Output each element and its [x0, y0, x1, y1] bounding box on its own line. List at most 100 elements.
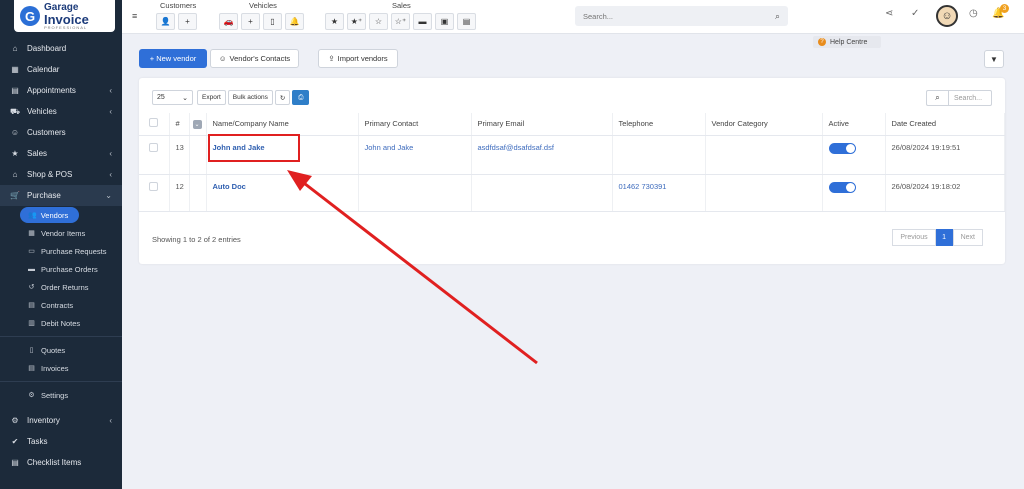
sidebar-subitem-invoices[interactable]: ▤ Invoices: [0, 359, 122, 377]
add-customer-button[interactable]: +: [178, 13, 197, 30]
primary-contact[interactable]: John and Jake: [358, 135, 472, 175]
customer-icon-button[interactable]: 👤: [156, 13, 175, 30]
select-all-checkbox[interactable]: [149, 118, 158, 128]
share-icon[interactable]: ⋖: [885, 8, 893, 19]
notification-badge: 3: [1000, 4, 1009, 13]
sidebar-subitem-contracts[interactable]: ▤ Contracts: [0, 296, 122, 314]
col-header-telephone[interactable]: Telephone: [612, 113, 706, 136]
user-icon: ☺: [218, 54, 227, 63]
page-size-select[interactable]: 25 ⌄: [152, 90, 193, 105]
check-icon[interactable]: ✓: [911, 8, 919, 19]
calendar-icon: ▦: [11, 65, 19, 74]
table-search-input[interactable]: Search...: [948, 90, 992, 106]
sidebar-subitem-settings[interactable]: ⚙ Settings: [0, 386, 122, 404]
sales-star-outline-add-button[interactable]: ☆⁺: [391, 13, 410, 30]
sales-card-button[interactable]: ▬: [413, 13, 432, 30]
add-vehicle-button[interactable]: +: [241, 13, 260, 30]
refresh-button[interactable]: ↻: [274, 90, 291, 105]
sidebar-subitem-order-returns[interactable]: ↺ Order Returns: [0, 278, 122, 296]
filter-button[interactable]: ▼: [984, 50, 1004, 68]
sidebar-item-vehicles[interactable]: ⛟ Vehicles ‹: [0, 101, 122, 122]
row-id: 12: [169, 174, 190, 212]
order-icon: ▬: [28, 265, 35, 273]
sales-doc-button[interactable]: ▣: [435, 13, 454, 30]
table-header-row: # ⌄ Name/Company Name Primary Contact Pr…: [139, 113, 1005, 136]
import-vendors-button[interactable]: ⇪ Import vendors: [318, 49, 398, 68]
document-icon: ▯: [29, 347, 34, 354]
chevron-left-icon: ‹: [109, 86, 112, 95]
table-row[interactable]: 12 Auto Doc 01462 730391 26/08/2024 19:1…: [139, 174, 1005, 212]
col-header-name[interactable]: Name/Company Name: [206, 113, 359, 136]
pagination-page[interactable]: 1: [935, 229, 953, 246]
col-header-primary-contact[interactable]: Primary Contact: [358, 113, 472, 136]
vendor-contacts-button[interactable]: ☺ Vendor's Contacts: [210, 49, 299, 68]
print-button[interactable]: ⎙: [292, 90, 310, 105]
sidebar-item-calendar[interactable]: ▦ Calendar: [0, 59, 122, 80]
sales-star-add-button[interactable]: ★⁺: [347, 13, 366, 30]
sidebar-item-customers[interactable]: ☺ Customers: [0, 122, 122, 143]
new-vendor-button[interactable]: + New vendor: [139, 49, 207, 68]
sidebar-item-shop-pos[interactable]: ⌂ Shop & POS ‹: [0, 164, 122, 185]
sales-star-outline-button[interactable]: ☆: [369, 13, 388, 30]
global-search[interactable]: ⌕: [575, 6, 788, 26]
sidebar-subitem-vendors[interactable]: 👥 Vendors: [20, 207, 79, 223]
sidebar-item-dashboard[interactable]: ⌂ Dashboard: [0, 38, 122, 59]
brand-logo[interactable]: G Garage Invoice PROFESSIONAL: [14, 0, 115, 32]
col-header-date-created[interactable]: Date Created: [885, 113, 1005, 136]
search-icon[interactable]: ⌕: [926, 90, 948, 106]
sidebar-item-tasks[interactable]: ✔ Tasks: [0, 431, 122, 452]
pagination-next[interactable]: Next: [952, 229, 983, 246]
export-button[interactable]: Export: [197, 90, 226, 105]
gear-icon: ⚙: [28, 392, 35, 399]
logo-line1: Garage: [44, 1, 79, 13]
row-checkbox[interactable]: [149, 181, 158, 191]
sidebar-item-inventory[interactable]: ⚙ Inventory ‹: [0, 410, 122, 431]
sidebar-subitem-debit-notes[interactable]: ▥ Debit Notes: [0, 314, 122, 332]
clock-icon[interactable]: ◷: [969, 8, 978, 19]
primary-email[interactable]: asdfdsaf@dsafdsaf.dsf: [471, 135, 613, 175]
row-checkbox[interactable]: [149, 142, 158, 152]
chevron-down-icon: ⌄: [182, 94, 188, 102]
vendor-name-link[interactable]: Auto Doc: [213, 182, 246, 191]
col-header-vendor-category[interactable]: Vendor Category: [705, 113, 823, 136]
vendor-category: [705, 174, 823, 212]
sidebar-item-checklist-items[interactable]: ▤ Checklist Items: [0, 452, 122, 473]
sidebar-item-appointments[interactable]: ▤ Appointments ‹: [0, 80, 122, 101]
upload-icon: ⇪: [328, 54, 335, 63]
bulk-actions-button[interactable]: Bulk actions: [227, 90, 273, 105]
help-centre-link[interactable]: ? Help Centre: [813, 36, 881, 48]
avatar[interactable]: ☺: [936, 5, 958, 27]
vehicle-doc-button[interactable]: ▯: [263, 13, 282, 30]
sidebar: G Garage Invoice PROFESSIONAL ⌂ Dashboard…: [0, 0, 122, 489]
sidebar-item-purchase[interactable]: 🛒 Purchase ⌄: [0, 185, 122, 206]
vehicle-icon-button[interactable]: 🚗: [219, 13, 238, 30]
quick-group-label: Sales: [392, 1, 411, 10]
sales-star-button[interactable]: ★: [325, 13, 344, 30]
quick-group-sales: Sales ★ ★⁺ ☆ ☆⁺ ▬ ▣ ▤: [325, 1, 476, 30]
sidebar-subitem-vendor-items[interactable]: ▦ Vendor Items: [0, 224, 122, 242]
global-search-input[interactable]: [583, 11, 753, 21]
check-circle-icon: ✔: [11, 437, 19, 446]
shop-icon: ⌂: [12, 170, 18, 179]
chevron-left-icon: ‹: [109, 107, 112, 116]
primary-email[interactable]: [471, 174, 613, 212]
col-header-primary-email[interactable]: Primary Email: [471, 113, 613, 136]
telephone[interactable]: 01462 730391: [612, 174, 706, 212]
sidebar-subitem-purchase-orders[interactable]: ▬ Purchase Orders: [0, 260, 122, 278]
col-header-active[interactable]: Active: [822, 113, 886, 136]
sales-invoice-button[interactable]: ▤: [457, 13, 476, 30]
menu-toggle-icon[interactable]: ≡: [132, 11, 137, 21]
pagination-previous[interactable]: Previous: [892, 229, 936, 246]
chevron-left-icon: ‹: [109, 170, 112, 179]
boxes-icon: ▦: [28, 230, 35, 237]
columns-toggle-icon[interactable]: ⌄: [192, 119, 202, 129]
col-header-id[interactable]: #: [169, 113, 190, 136]
sidebar-item-sales[interactable]: ★ Sales ‹: [0, 143, 122, 164]
primary-contact[interactable]: [358, 174, 472, 212]
sidebar-subitem-quotes[interactable]: ▯ Quotes: [0, 341, 122, 359]
search-icon[interactable]: ⌕: [775, 11, 780, 22]
vehicle-alert-button[interactable]: 🔔: [285, 13, 304, 30]
active-toggle[interactable]: [828, 142, 856, 154]
active-toggle[interactable]: [828, 181, 856, 193]
sidebar-subitem-purchase-requests[interactable]: ▭ Purchase Requests: [0, 242, 122, 260]
